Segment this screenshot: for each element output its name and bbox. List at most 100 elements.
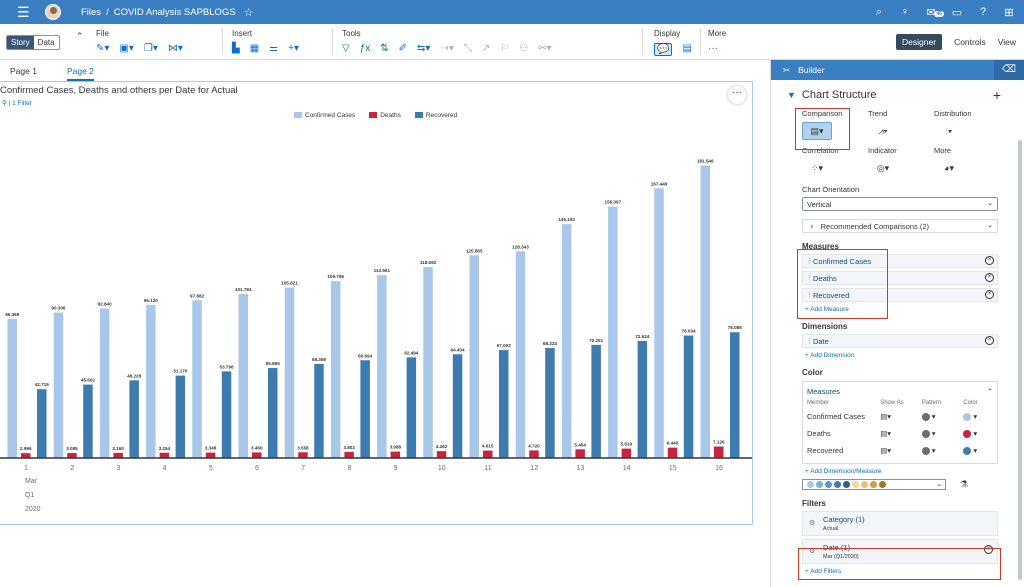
palette-edit-icon[interactable]: ⚗ (960, 479, 968, 490)
bar-confirmed-cases[interactable] (7, 318, 18, 458)
filter-item-category[interactable]: ⚙ Category (1) Actual (802, 511, 998, 536)
insert-chart-icon[interactable]: ▙ (232, 43, 240, 54)
bar-chart-icon[interactable]: ▤▾ (802, 122, 832, 140)
show-as-bar-icon[interactable]: ▤▾ (880, 429, 922, 438)
chart-type-indicator[interactable]: Indicator ◎▾ (868, 146, 934, 177)
bar-recovered[interactable] (221, 371, 232, 458)
edit-icon[interactable]: ✎▾ (96, 43, 109, 54)
recommended-comparisons[interactable]: ♀ Recommended Comparisons (2) ⌄ (802, 219, 998, 233)
chevron-up-icon[interactable]: ⌃ (987, 387, 993, 396)
chart-type-trend[interactable]: Trend ⩘▾ (868, 109, 934, 140)
show-as-bar-icon[interactable]: ▤▾ (880, 412, 922, 421)
bar-deaths[interactable] (436, 451, 447, 458)
bar-deaths[interactable] (113, 452, 123, 458)
add-icon[interactable]: + (993, 87, 1001, 103)
formula-icon[interactable]: ƒx (360, 43, 371, 54)
gauge-icon[interactable]: ◎▾ (868, 159, 898, 177)
bar-recovered[interactable] (591, 344, 601, 458)
story-tab[interactable]: Story (7, 36, 34, 49)
help-icon[interactable]: ? (976, 5, 990, 19)
pattern-select[interactable]: ▾ (921, 446, 964, 455)
bar-deaths[interactable] (483, 450, 493, 458)
copy-icon[interactable]: ❐▾ (144, 43, 158, 54)
bar-confirmed-cases[interactable] (700, 165, 711, 458)
bar-recovered[interactable] (83, 384, 93, 458)
measure-item[interactable]: ⋮ Recovered × (802, 288, 998, 302)
add-filters-link[interactable]: + Add Filters (805, 568, 1001, 575)
menu-icon[interactable]: ☰ (17, 0, 35, 24)
insert-more-icon[interactable]: +▾ (288, 43, 299, 54)
bar-deaths[interactable] (529, 450, 539, 458)
drag-handle-icon[interactable]: ⋮ (806, 257, 813, 265)
remove-icon[interactable]: × (985, 336, 994, 345)
pattern-select[interactable]: ▾ (921, 429, 964, 438)
bar-recovered[interactable] (268, 368, 278, 458)
bar-deaths[interactable] (252, 452, 262, 458)
bar-confirmed-cases[interactable] (146, 304, 156, 458)
bar-recovered[interactable] (37, 389, 47, 458)
chart-widget[interactable]: Confirmed Cases, Deaths and others per D… (0, 81, 753, 525)
scatter-icon[interactable]: ⁘▾ (802, 159, 832, 177)
orientation-select[interactable]: Vertical ⌄ (802, 197, 998, 211)
bar-confirmed-cases[interactable] (284, 287, 295, 458)
bar-confirmed-cases[interactable] (608, 206, 618, 458)
bar-confirmed-cases[interactable] (515, 251, 526, 458)
designer-button[interactable]: Designer (896, 34, 943, 50)
notifications-icon[interactable]: ✉ 46 (924, 5, 944, 19)
add-measure-link[interactable]: + Add Measure (805, 306, 1001, 313)
pattern-select[interactable]: ▾ (921, 412, 964, 421)
more-icon[interactable]: ··· (708, 43, 718, 54)
panel-toggle-icon[interactable]: ▤ (682, 43, 691, 56)
bar-recovered[interactable] (730, 332, 740, 458)
bar-confirmed-cases[interactable] (99, 308, 110, 458)
bar-recovered[interactable] (637, 341, 648, 458)
remove-icon[interactable]: × (985, 256, 994, 265)
bar-confirmed-cases[interactable] (330, 281, 341, 458)
bar-confirmed-cases[interactable] (654, 188, 664, 458)
bar-confirmed-cases[interactable] (192, 300, 202, 458)
chart-type-correlation[interactable]: Correlation ⁘▾ (802, 146, 868, 177)
view-button[interactable]: View (998, 37, 1016, 47)
avatar[interactable] (45, 4, 61, 20)
drag-handle-icon[interactable]: ⋮ (806, 274, 813, 282)
bar-deaths[interactable] (205, 452, 216, 458)
bar-recovered[interactable] (175, 375, 186, 458)
bar-confirmed-cases[interactable] (561, 224, 572, 458)
dimension-item[interactable]: ⋮ Date × (802, 334, 998, 348)
link-icon[interactable]: ⇆▾ (417, 43, 430, 54)
filter-item-date[interactable]: ⚙ Date (1) Mar (Q1/2020) × (802, 539, 998, 564)
tab-page-1[interactable]: Page 1 (10, 66, 37, 76)
chat-icon[interactable]: ▭ (950, 5, 964, 19)
bar-recovered[interactable] (545, 347, 555, 458)
bar-deaths[interactable] (344, 451, 354, 458)
bar-recovered[interactable] (314, 364, 324, 458)
data-tab[interactable]: Data (34, 36, 59, 49)
drag-handle-icon[interactable]: ⋮ (806, 291, 813, 299)
insert-table-icon[interactable]: ▦ (250, 43, 259, 54)
drag-handle-icon[interactable]: ⋮ (806, 337, 813, 345)
measure-item[interactable]: ⋮ Deaths × (802, 271, 998, 285)
comments-icon[interactable]: 💬 (654, 43, 673, 56)
bar-deaths[interactable] (575, 449, 585, 458)
edit-chart-icon[interactable]: ✐ (399, 43, 407, 54)
bar-deaths[interactable] (621, 448, 632, 458)
chart-type-more[interactable]: More ◕▾ (934, 146, 1000, 177)
chart-type-distribution[interactable]: Distribution ⫶▾ (934, 109, 1000, 140)
lightbulb-icon[interactable]: ♀ (898, 5, 912, 19)
save-icon[interactable]: ▣▾ (119, 43, 133, 54)
apps-icon[interactable]: ⊞ (1002, 5, 1016, 19)
color-measures-header[interactable]: Measures ⌃ (807, 385, 993, 398)
color-select[interactable]: ▾ (963, 446, 993, 455)
chevron-down-icon[interactable]: ▼ (787, 90, 796, 100)
color-palette-select[interactable]: ⌄ (802, 479, 946, 490)
breadcrumb-files[interactable]: Files (81, 7, 101, 18)
add-dimension-measure-link[interactable]: + Add Dimension/Measure (805, 468, 1001, 475)
search-icon[interactable]: ⌕ (872, 5, 886, 19)
measure-item[interactable]: ⋮ Confirmed Cases × (802, 254, 998, 268)
pie-icon[interactable]: ◕▾ (934, 159, 964, 177)
bar-confirmed-cases[interactable] (377, 275, 387, 458)
bar-recovered[interactable] (499, 350, 509, 458)
bar-confirmed-cases[interactable] (423, 267, 433, 458)
chart-type-comparison[interactable]: Comparison ▤▾ (802, 109, 868, 140)
remove-icon[interactable]: × (985, 273, 994, 282)
